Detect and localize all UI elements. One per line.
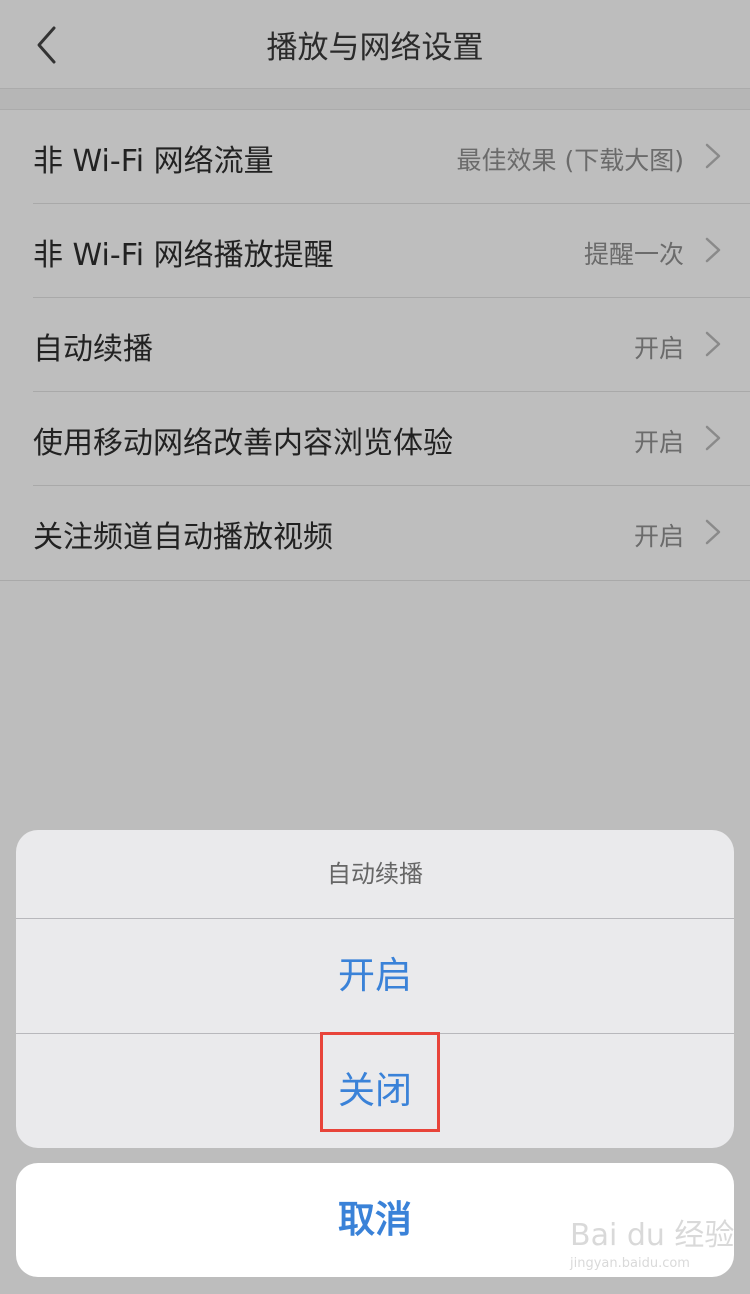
header-divider bbox=[0, 88, 750, 110]
chevron-right-icon bbox=[705, 237, 721, 263]
setting-label: 非 Wi-Fi 网络流量 bbox=[33, 144, 274, 179]
setting-row-non-wifi-traffic[interactable]: 非 Wi-Fi 网络流量 最佳效果 (下载大图) bbox=[0, 110, 750, 204]
chevron-right-icon bbox=[705, 143, 721, 169]
setting-label: 非 Wi-Fi 网络播放提醒 bbox=[33, 238, 334, 273]
chevron-right-icon bbox=[705, 331, 721, 357]
highlight-annotation-box bbox=[320, 1032, 440, 1132]
action-sheet-title: 自动续播 bbox=[327, 860, 423, 888]
setting-label: 使用移动网络改善内容浏览体验 bbox=[33, 426, 453, 461]
setting-value: 开启 bbox=[633, 428, 684, 457]
setting-value: 最佳效果 (下载大图) bbox=[456, 146, 684, 175]
chevron-right-icon bbox=[705, 519, 721, 545]
setting-row-non-wifi-play-reminder[interactable]: 非 Wi-Fi 网络播放提醒 提醒一次 bbox=[0, 204, 750, 298]
setting-label: 自动续播 bbox=[33, 332, 153, 367]
setting-row-mobile-network-improve[interactable]: 使用移动网络改善内容浏览体验 开启 bbox=[0, 392, 750, 486]
setting-row-autoplay-next[interactable]: 自动续播 开启 bbox=[0, 298, 750, 392]
setting-value: 提醒一次 bbox=[583, 240, 684, 269]
nav-bar: 播放与网络设置 bbox=[0, 0, 750, 88]
watermark-logo: Bai du 经验 jingyan.baidu.com bbox=[570, 1210, 734, 1280]
setting-label: 关注频道自动播放视频 bbox=[33, 520, 333, 555]
setting-value: 开启 bbox=[633, 334, 684, 363]
setting-row-follow-channel-autoplay[interactable]: 关注频道自动播放视频 开启 bbox=[0, 486, 750, 580]
page-title: 播放与网络设置 bbox=[266, 30, 484, 66]
watermark-url: jingyan.baidu.com bbox=[570, 1256, 690, 1271]
option-on-button[interactable]: 开启 bbox=[16, 919, 734, 1033]
chevron-right-icon bbox=[705, 425, 721, 451]
action-sheet: 自动续播 开启 关闭 bbox=[16, 830, 734, 1148]
watermark-text: Bai du 经验 bbox=[570, 1218, 735, 1253]
setting-value: 开启 bbox=[633, 522, 684, 551]
settings-list: 非 Wi-Fi 网络流量 最佳效果 (下载大图) 非 Wi-Fi 网络播放提醒 … bbox=[0, 110, 750, 581]
